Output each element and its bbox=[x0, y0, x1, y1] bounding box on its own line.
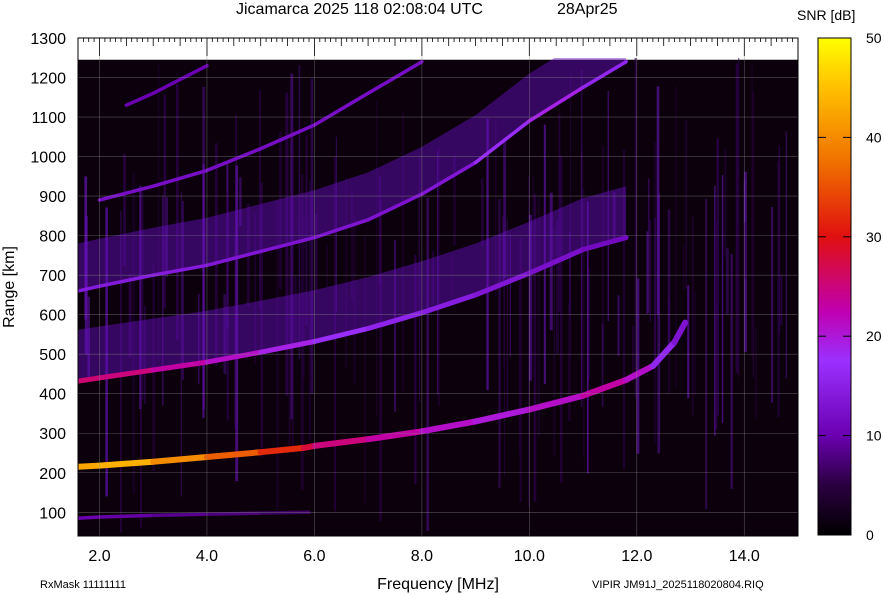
file-name-label: VIPIR JM91J_2025118020804.RIQ bbox=[592, 579, 764, 591]
noise-streak bbox=[771, 207, 774, 403]
trace-segment bbox=[151, 512, 209, 518]
noise-streak bbox=[364, 235, 366, 504]
noise-streak bbox=[735, 63, 739, 373]
noise-streak bbox=[292, 126, 294, 453]
noise-streak bbox=[176, 84, 179, 340]
x-tick-label: 4.0 bbox=[196, 548, 218, 565]
chart-title: Jicamarca 2025 118 02:08:04 UTC bbox=[236, 1, 483, 18]
trace-segment bbox=[97, 513, 155, 519]
noise-streak bbox=[601, 146, 605, 355]
x-tick-label: 2.0 bbox=[88, 548, 110, 565]
trace-segment bbox=[78, 515, 102, 520]
noise-streak bbox=[656, 86, 660, 315]
trace-segment bbox=[96, 458, 157, 469]
y-tick-label: 500 bbox=[39, 347, 66, 364]
colorbar-tick-label: 0 bbox=[866, 527, 874, 543]
y-tick-label: 1100 bbox=[32, 110, 67, 127]
noise-streak bbox=[685, 119, 688, 290]
noise-streak bbox=[647, 178, 650, 313]
noise-streak bbox=[532, 176, 534, 375]
colorbar-tick-label: 10 bbox=[866, 428, 882, 444]
y-tick-label: 200 bbox=[39, 466, 66, 483]
noise-streak bbox=[617, 295, 620, 356]
noise-streak bbox=[755, 327, 758, 419]
noise-streak bbox=[777, 161, 780, 418]
noise-streak bbox=[402, 112, 404, 392]
y-axis-label: Range [km] bbox=[1, 246, 18, 328]
trace-segment bbox=[78, 375, 102, 384]
y-tick-label: 700 bbox=[39, 268, 66, 285]
noise-streak bbox=[375, 100, 378, 416]
y-tick-label: 800 bbox=[39, 229, 66, 246]
x-axis-label: Frequency [MHz] bbox=[377, 576, 499, 593]
rxmask-label: RxMask 11111111 bbox=[40, 579, 126, 591]
colorbar-tick-label: 40 bbox=[866, 129, 882, 145]
x-tick-label: 10.0 bbox=[514, 548, 545, 565]
y-tick-label: 300 bbox=[39, 426, 66, 443]
noise-streak bbox=[721, 175, 724, 424]
y-tick-label: 600 bbox=[39, 308, 66, 325]
noise-streak bbox=[714, 220, 718, 314]
noise-streak bbox=[518, 286, 521, 455]
noise-streak bbox=[632, 326, 634, 376]
noise-streak bbox=[653, 141, 657, 444]
x-tick-label: 8.0 bbox=[411, 548, 433, 565]
y-tick-label: 1300 bbox=[30, 31, 66, 48]
noise-streak bbox=[730, 253, 733, 489]
noise-streak bbox=[692, 216, 694, 416]
ionogram-chart: Jicamarca 2025 118 02:08:04 UTC 28Apr25 … bbox=[1, 1, 882, 593]
noise-streak bbox=[259, 90, 261, 310]
noise-streak bbox=[687, 285, 690, 398]
noise-streak bbox=[683, 244, 685, 291]
colorbar-title: SNR [dB] bbox=[797, 7, 855, 23]
noise-streak bbox=[780, 274, 783, 326]
noise-streak bbox=[326, 244, 329, 287]
noise-streak bbox=[601, 323, 604, 407]
chart-date: 28Apr25 bbox=[557, 1, 618, 18]
x-tick-label: 14.0 bbox=[729, 548, 760, 565]
trace-segment bbox=[257, 444, 307, 456]
y-tick-label: 1000 bbox=[30, 150, 66, 167]
y-tick-label: 1200 bbox=[30, 71, 66, 88]
noise-streak bbox=[139, 185, 142, 409]
noise-streak bbox=[202, 163, 205, 418]
noise-streak bbox=[785, 131, 787, 379]
noise-streak bbox=[751, 63, 753, 357]
colorbar-tick-label: 30 bbox=[866, 229, 882, 245]
x-tick-label: 12.0 bbox=[621, 548, 652, 565]
x-tick-label: 6.0 bbox=[303, 548, 325, 565]
noise-streak bbox=[724, 149, 727, 258]
colorbar-tick-label: 20 bbox=[866, 328, 882, 344]
noise-streak bbox=[694, 290, 696, 396]
colorbar bbox=[817, 37, 852, 536]
noise-streak bbox=[725, 248, 729, 315]
colorbar-tick-label: 50 bbox=[866, 30, 882, 46]
noise-streak bbox=[667, 209, 671, 348]
trace-segment bbox=[78, 462, 103, 470]
trace-segment bbox=[205, 511, 263, 517]
y-tick-label: 100 bbox=[39, 505, 66, 522]
noise-streak bbox=[288, 255, 291, 445]
noise-streak bbox=[738, 58, 740, 377]
y-tick-label: 900 bbox=[39, 189, 66, 206]
noise-streak bbox=[568, 301, 571, 422]
noise-streak bbox=[394, 239, 396, 412]
y-tick-label: 400 bbox=[39, 387, 66, 404]
noise-streak bbox=[426, 197, 429, 532]
